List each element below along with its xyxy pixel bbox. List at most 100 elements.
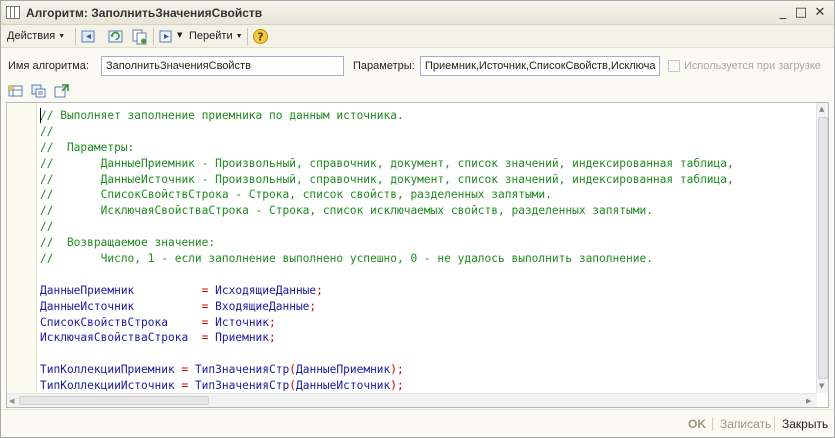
code-operator: ( bbox=[289, 379, 296, 391]
footer-separator bbox=[712, 417, 713, 431]
code-comment: // Параметры: bbox=[40, 140, 135, 154]
algorithm-name-label: Имя алгоритма: bbox=[8, 60, 89, 72]
code-line: ДанныеПриемник = ИсходящиеДанные; bbox=[40, 283, 818, 299]
code-area[interactable]: // Выполняет заполнение приемника по дан… bbox=[40, 108, 818, 391]
goto-icon[interactable]: ▼ bbox=[158, 28, 182, 45]
window-title: Алгоритм: ЗаполнитьЗначенияСвойств bbox=[26, 6, 263, 20]
code-line: СписокСвойствСтрока = Источник; bbox=[40, 315, 818, 331]
text-cursor bbox=[40, 108, 41, 123]
horizontal-scrollbar[interactable]: ◀ ▶ bbox=[7, 393, 817, 407]
properties-icon[interactable] bbox=[31, 84, 46, 98]
code-comment: // ДанныеПриемник - Произвольный, справо… bbox=[40, 156, 734, 170]
code-identifier: ДанныеПриемник bbox=[295, 363, 391, 377]
chevron-down-icon: ▼ bbox=[177, 31, 183, 39]
code-line: // Число, 1 - если заполнение выполнено … bbox=[40, 251, 818, 267]
code-line: ТипКоллекцииПриемник = ТипЗначенияСтр(Да… bbox=[40, 362, 818, 378]
code-identifier: ТипКоллекцииПриемник bbox=[40, 363, 175, 377]
chevron-down-icon: ▼ bbox=[235, 32, 243, 40]
table-icon bbox=[6, 6, 20, 19]
code-operator: ; bbox=[309, 299, 317, 313]
code-identifier: ДанныеПриемник bbox=[40, 283, 135, 297]
code-editor[interactable]: // Выполняет заполнение приемника по дан… bbox=[6, 102, 829, 408]
code-identifier: ИсходящиеДанные bbox=[215, 283, 317, 297]
code-line: ИсключаяСвойстваСтрока = Приемник; bbox=[40, 330, 818, 346]
code-line: // ИсключаяСвойстваСтрока - Строка, спис… bbox=[40, 203, 818, 219]
code-operator: ); bbox=[390, 379, 404, 391]
ok-button[interactable]: OK bbox=[688, 415, 706, 433]
code-identifier: СписокСвойствСтрока bbox=[40, 315, 168, 329]
code-comment: // bbox=[40, 124, 54, 138]
svg-text:?: ? bbox=[257, 31, 263, 44]
toolbar-separator bbox=[247, 28, 248, 45]
chevron-down-icon: ▼ bbox=[58, 32, 66, 40]
code-identifier: Источник bbox=[215, 315, 270, 329]
vertical-scrollbar[interactable]: ▲ ▼ bbox=[816, 103, 828, 393]
code-operator: ); bbox=[390, 363, 404, 377]
code-line: // Параметры: bbox=[40, 140, 818, 156]
vertical-scroll-thumb[interactable] bbox=[818, 117, 828, 379]
toolbar: Действия ▼ ▼ Перейти ▼ ? bbox=[1, 25, 834, 48]
close-form-button[interactable]: Закрыть bbox=[782, 415, 828, 433]
used-on-load-label: Используется при загрузке bbox=[684, 60, 821, 72]
code-identifier: ДанныеИсточник bbox=[40, 299, 135, 313]
code-operator: = bbox=[134, 283, 216, 297]
maximize-button[interactable]: □ bbox=[793, 5, 809, 21]
scroll-down-icon[interactable]: ▼ bbox=[819, 382, 824, 390]
title-bar[interactable]: Алгоритм: ЗаполнитьЗначенияСвойств _ □ ✕ bbox=[1, 1, 834, 25]
code-operator: ( bbox=[289, 363, 296, 377]
code-identifier: ТипЗначенияСтр bbox=[194, 363, 290, 377]
parameters-field[interactable]: Приемник,Источник,СписокСвойств,Исключа bbox=[420, 56, 660, 76]
goto-menu-label: Перейти bbox=[189, 30, 233, 42]
used-on-load-checkbox[interactable] bbox=[668, 60, 680, 72]
editor-gutter bbox=[7, 103, 37, 393]
code-comment: // ДанныеИсточник - Произвольный, справо… bbox=[40, 172, 734, 186]
code-line: // Выполняет заполнение приемника по дан… bbox=[40, 108, 818, 124]
scroll-up-icon[interactable]: ▲ bbox=[819, 105, 824, 113]
code-line: // ДанныеПриемник - Произвольный, справо… bbox=[40, 156, 818, 172]
save-button[interactable]: Записать bbox=[720, 415, 771, 433]
code-comment: // Выполняет заполнение приемника по дан… bbox=[40, 109, 404, 122]
code-operator: = bbox=[167, 315, 216, 329]
parameters-row: Имя алгоритма: ЗаполнитьЗначенияСвойств … bbox=[1, 48, 834, 80]
export-icon[interactable] bbox=[54, 84, 69, 98]
scroll-left-icon[interactable]: ◀ bbox=[9, 397, 14, 405]
code-operator: = bbox=[188, 331, 216, 345]
footer-bar: OK Записать Закрыть bbox=[1, 409, 834, 437]
code-identifier: ДанныеИсточник bbox=[295, 379, 391, 391]
toolbar-separator bbox=[153, 28, 154, 45]
code-line: // Возвращаемое значение: bbox=[40, 235, 818, 251]
editor-toolbar bbox=[1, 81, 834, 101]
code-comment: // bbox=[40, 220, 54, 234]
code-identifier: Приемник bbox=[215, 331, 270, 345]
code-comment: // Число, 1 - если заполнение выполнено … bbox=[40, 252, 653, 266]
algorithm-window: Алгоритм: ЗаполнитьЗначенияСвойств _ □ ✕… bbox=[0, 0, 835, 438]
code-line: // bbox=[40, 124, 818, 140]
toolbar-separator bbox=[75, 28, 76, 45]
code-comment: // Возвращаемое значение: bbox=[40, 236, 216, 250]
copy-icon[interactable] bbox=[131, 28, 148, 45]
actions-menu[interactable]: Действия ▼ bbox=[7, 30, 65, 42]
refresh-icon[interactable] bbox=[107, 28, 124, 45]
actions-menu-label: Действия bbox=[7, 30, 56, 42]
code-identifier: ВходящиеДанные bbox=[215, 299, 310, 313]
insert-table-icon[interactable] bbox=[8, 84, 23, 98]
code-line: ТипКоллекцииИсточник = ТипЗначенияСтр(Да… bbox=[40, 378, 818, 391]
code-operator: = bbox=[174, 379, 195, 391]
minimize-button[interactable]: _ bbox=[775, 5, 791, 21]
close-button[interactable]: ✕ bbox=[812, 5, 828, 21]
code-comment: // СписокСвойствСтрока - Строка, список … bbox=[40, 188, 552, 202]
goto-menu[interactable]: Перейти ▼ bbox=[189, 30, 243, 42]
footer-separator bbox=[774, 417, 775, 431]
horizontal-scroll-thumb[interactable] bbox=[19, 396, 209, 405]
code-operator: = bbox=[134, 299, 216, 313]
code-line: // bbox=[40, 219, 818, 235]
code-line: // ДанныеИсточник - Произвольный, справо… bbox=[40, 172, 818, 188]
algorithm-name-field[interactable]: ЗаполнитьЗначенияСвойств bbox=[101, 56, 344, 76]
help-icon[interactable]: ? bbox=[252, 28, 269, 45]
scroll-right-icon[interactable]: ▶ bbox=[806, 397, 811, 405]
back-arrow-icon[interactable] bbox=[80, 28, 97, 45]
code-identifier: ТипЗначенияСтр bbox=[194, 379, 290, 391]
code-operator: ; bbox=[269, 315, 276, 329]
